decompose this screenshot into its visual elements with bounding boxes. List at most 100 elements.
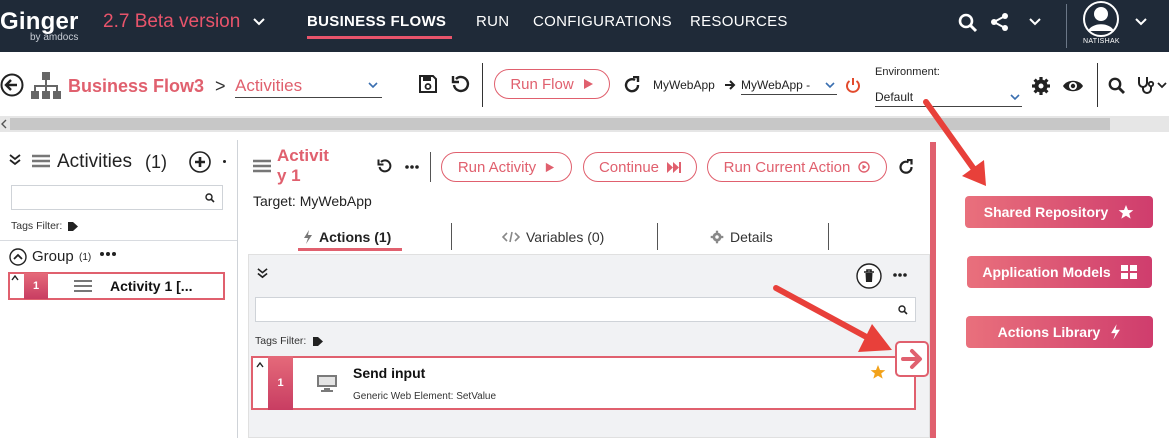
arrow-right-icon xyxy=(724,80,736,90)
refresh-icon[interactable] xyxy=(623,76,641,94)
view-select[interactable]: Activities xyxy=(235,76,382,98)
collapse-group-icon[interactable] xyxy=(9,248,27,266)
tab-variables-label: Variables (0) xyxy=(526,229,605,245)
action-index-badge: 1 xyxy=(268,356,293,410)
continue-button[interactable]: Continue xyxy=(583,152,697,182)
activities-panel-title: Activities xyxy=(57,151,132,172)
double-chevron-down-icon[interactable] xyxy=(9,154,21,166)
grid-icon xyxy=(1120,265,1137,279)
tab-actions[interactable]: Actions (1) xyxy=(303,229,391,245)
undo-icon[interactable] xyxy=(451,74,471,94)
chevron-down-icon[interactable] xyxy=(1028,17,1042,27)
run-activity-button[interactable]: Run Activity xyxy=(441,152,572,182)
activity-target: Target: MyWebApp xyxy=(253,193,372,209)
breadcrumb-separator: > xyxy=(215,76,226,96)
shared-repository-label: Shared Repository xyxy=(983,204,1109,220)
more-icon[interactable] xyxy=(405,165,419,169)
activity-toolbar-divider xyxy=(430,152,431,182)
chevron-down-icon[interactable] xyxy=(1134,17,1148,27)
toolbar-divider xyxy=(1097,63,1098,107)
activity-index: 1 xyxy=(32,280,40,292)
more-icon[interactable] xyxy=(893,273,907,277)
star-icon xyxy=(1118,204,1134,220)
search-icon[interactable] xyxy=(958,13,978,33)
search-icon[interactable] xyxy=(205,193,215,203)
play-icon xyxy=(582,78,594,90)
target-app-value: MyWebApp - xyxy=(741,78,811,92)
back-arrow-icon[interactable] xyxy=(0,73,24,97)
nav-configurations[interactable]: CONFIGURATIONS xyxy=(533,13,672,30)
play-icon xyxy=(544,162,555,173)
target-app-select[interactable]: MyWebApp - xyxy=(741,78,837,95)
application-models-label: Application Models xyxy=(982,264,1111,280)
more-icon[interactable] xyxy=(100,252,116,256)
left-panel-separator xyxy=(0,240,237,241)
expand-panel-arrow-icon[interactable] xyxy=(895,341,929,377)
tab-variables[interactable]: Variables (0) xyxy=(502,229,604,245)
tag-icon[interactable] xyxy=(313,337,323,346)
chevron-down-icon xyxy=(368,82,378,89)
activity-list-item[interactable]: 1 Activity 1 [... xyxy=(8,272,225,300)
chevron-down-icon[interactable] xyxy=(1157,82,1167,89)
tab-separator xyxy=(451,223,452,250)
run-activity-label: Run Activity xyxy=(457,158,537,176)
tab-separator xyxy=(657,223,658,250)
nav-resources[interactable]: RESOURCES xyxy=(690,13,788,30)
actions-library-button[interactable]: Actions Library xyxy=(966,316,1153,348)
annotation-arrow-shared-repository xyxy=(918,96,998,196)
run-current-action-button[interactable]: Run Current Action xyxy=(707,152,887,182)
drag-handle-icon[interactable] xyxy=(74,279,92,293)
activities-search-input[interactable] xyxy=(11,185,223,210)
action-list-item[interactable]: 1 Send input Generic Web Element: SetVal… xyxy=(251,356,916,410)
search-icon[interactable] xyxy=(898,305,908,315)
monitor-icon xyxy=(316,374,338,392)
business-flow-icon xyxy=(30,71,62,101)
chevron-left-icon[interactable] xyxy=(1,119,7,129)
double-chevron-down-icon[interactable] xyxy=(257,268,268,279)
power-icon[interactable] xyxy=(845,77,861,93)
refresh-icon[interactable] xyxy=(898,159,914,175)
gear-icon[interactable] xyxy=(1031,76,1051,96)
activities-count: (1) xyxy=(145,152,167,172)
app-logo-subtitle: by amdocs xyxy=(30,32,79,43)
add-icon[interactable] xyxy=(189,151,211,173)
shared-repository-button[interactable]: Shared Repository xyxy=(965,196,1153,228)
chevron-up-icon[interactable] xyxy=(11,275,19,281)
nav-business-flows[interactable]: BUSINESS FLOWS xyxy=(307,13,446,30)
star-icon[interactable] xyxy=(870,364,886,380)
lightning-icon xyxy=(303,230,313,244)
save-icon[interactable] xyxy=(418,74,438,94)
view-select-value: Activities xyxy=(235,76,303,95)
activity-index-badge: 1 xyxy=(24,273,48,299)
activity-title-line2: y 1 xyxy=(277,166,301,185)
tab-actions-label: Actions (1) xyxy=(319,229,392,245)
undo-icon[interactable] xyxy=(377,158,393,174)
group-label[interactable]: Group xyxy=(32,248,74,265)
tab-details-label: Details xyxy=(730,229,773,245)
run-flow-button[interactable]: Run Flow xyxy=(494,69,610,99)
business-flow-title[interactable]: Business Flow3 xyxy=(68,76,204,97)
version-label[interactable]: 2.7 Beta version xyxy=(103,11,240,33)
stethoscope-icon[interactable] xyxy=(1136,75,1156,95)
run-current-action-label: Run Current Action xyxy=(723,158,851,176)
actions-tags-filter-label: Tags Filter: xyxy=(255,335,307,347)
more-icon[interactable] xyxy=(223,160,226,163)
nav-run[interactable]: RUN xyxy=(476,13,509,30)
play-circle-icon xyxy=(858,161,871,173)
activity-title-line1: Activit xyxy=(277,146,329,165)
share-icon[interactable] xyxy=(990,12,1010,32)
tab-separator xyxy=(828,223,829,250)
search-icon[interactable] xyxy=(1108,77,1126,95)
chevron-down-icon xyxy=(825,82,835,89)
chevron-up-icon[interactable] xyxy=(256,362,264,368)
tab-details[interactable]: Details xyxy=(710,229,773,245)
annotation-arrow-expand-panel xyxy=(768,280,894,358)
toolbar-divider xyxy=(482,63,483,107)
code-icon xyxy=(502,231,520,243)
user-avatar-icon[interactable] xyxy=(1082,0,1120,38)
activity-title[interactable]: Activit y 1 xyxy=(277,146,329,186)
application-models-button[interactable]: Application Models xyxy=(967,256,1152,288)
chevron-down-icon[interactable] xyxy=(252,17,266,27)
eye-icon[interactable] xyxy=(1062,78,1084,94)
tag-icon[interactable] xyxy=(68,222,78,231)
